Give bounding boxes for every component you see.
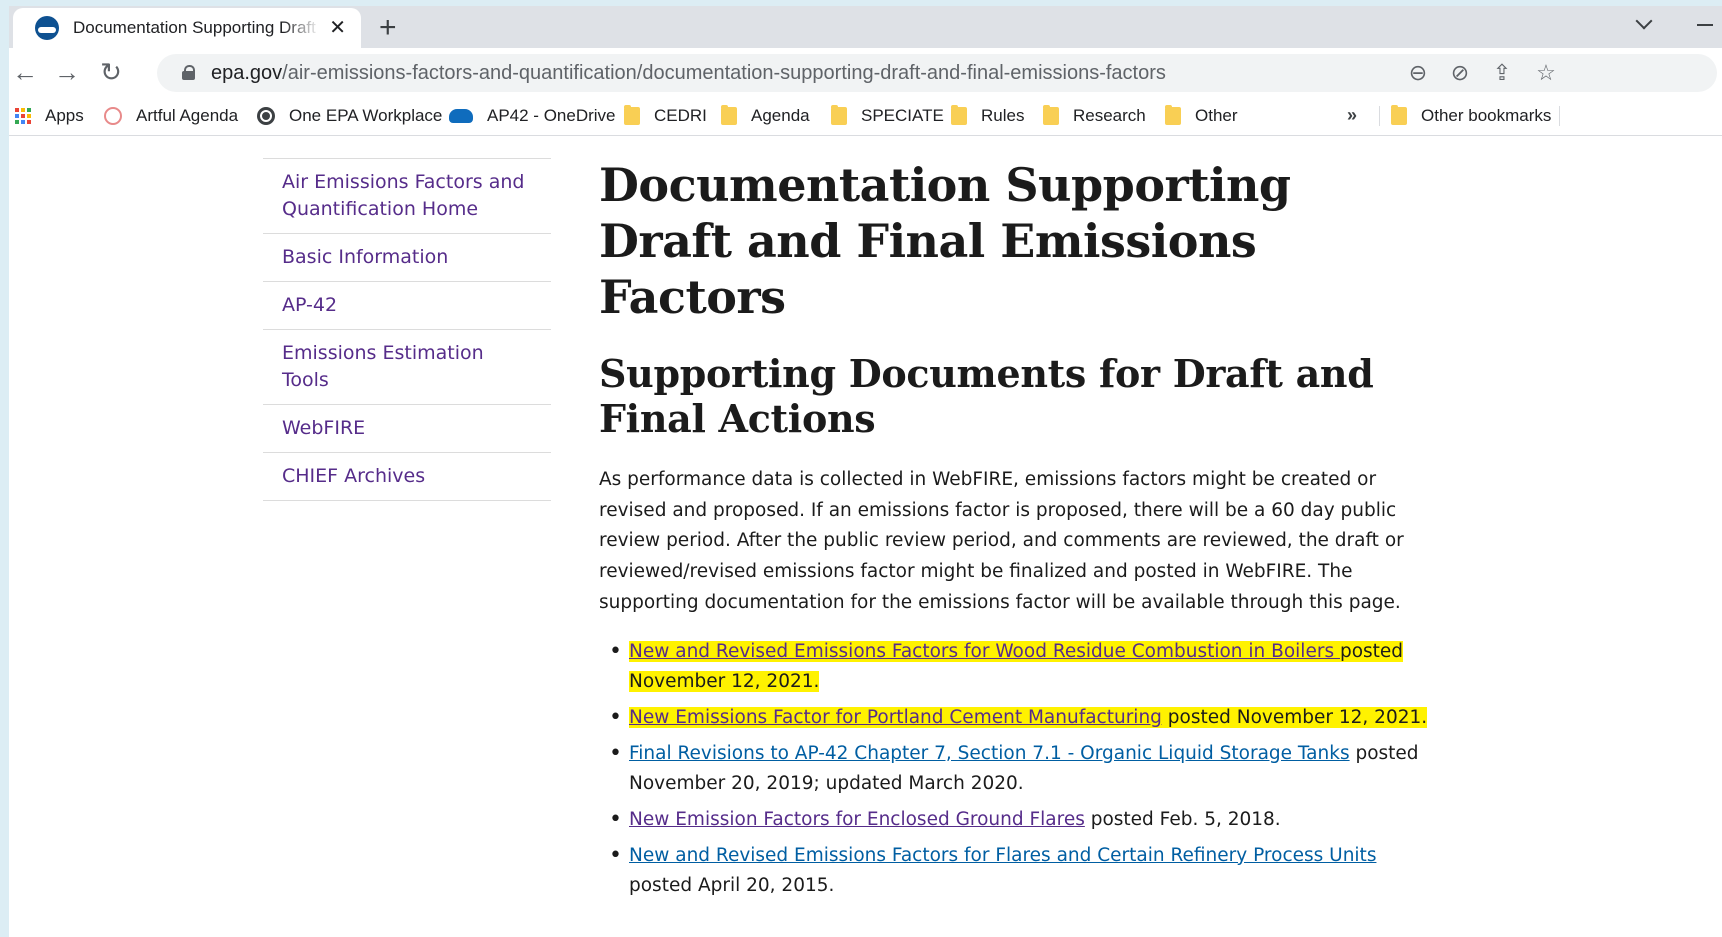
bookmark-ap42-onedrive[interactable]: AP42 - OneDrive xyxy=(449,96,616,136)
page-title: Documentation Supporting Draft and Final… xyxy=(599,158,1291,324)
posted-date: posted November 12, 2021. xyxy=(1161,706,1428,728)
document-link[interactable]: New and Revised Emissions Factors for Fl… xyxy=(629,845,1376,866)
web-page: Air Emissions Factors and Quantification… xyxy=(9,137,1722,937)
bookmark-other-bookmarks[interactable]: Other bookmarks xyxy=(1391,96,1551,136)
zoom-icon[interactable]: ⊖ xyxy=(1403,58,1433,88)
folder-icon xyxy=(831,105,847,125)
address-bar[interactable]: epa.gov/air-emissions-factors-and-quanti… xyxy=(157,54,1717,92)
bookmark-agenda[interactable]: Agenda xyxy=(721,96,810,136)
share-icon[interactable]: ⇪ xyxy=(1487,58,1517,88)
bookmarks-bar: Apps Artful Agenda One EPA Workplace AP4… xyxy=(9,96,1722,136)
document-link[interactable]: New and Revised Emissions Factors for Wo… xyxy=(629,640,1340,662)
sidenav-item-basic-information[interactable]: Basic Information xyxy=(263,234,551,282)
document-link[interactable]: Final Revisions to AP-42 Chapter 7, Sect… xyxy=(629,743,1350,764)
apps-grid-icon xyxy=(15,108,31,124)
section-heading: Supporting Documents for Draft and Final… xyxy=(599,351,1374,441)
globe-icon xyxy=(257,107,275,125)
folder-icon xyxy=(1043,105,1059,125)
bookmark-research[interactable]: Research xyxy=(1043,96,1146,136)
intro-paragraph: As performance data is collected in WebF… xyxy=(599,469,1404,613)
artful-agenda-icon xyxy=(104,107,122,125)
tracking-eye-off-icon[interactable]: ⊘ xyxy=(1445,58,1475,88)
url-text[interactable]: epa.gov/air-emissions-factors-and-quanti… xyxy=(211,62,1166,85)
bookmark-one-epa-workplace[interactable]: One EPA Workplace xyxy=(257,96,442,136)
bookmark-speciate[interactable]: SPECIATE xyxy=(831,96,944,136)
tab-strip: Documentation Supporting Draft and Final… xyxy=(9,6,1722,48)
posted-date: posted April 20, 2015. xyxy=(629,875,835,897)
epa-favicon-icon xyxy=(35,16,59,40)
new-tab-button[interactable]: + xyxy=(379,13,397,43)
bookmarks-overflow-chevron-icon[interactable]: » xyxy=(1347,105,1357,126)
document-link[interactable]: New Emissions Factor for Portland Cement… xyxy=(629,706,1162,728)
list-item: Final Revisions to AP-42 Chapter 7, Sect… xyxy=(609,739,1429,800)
folder-icon xyxy=(951,105,967,125)
tab-search-chevron-icon[interactable] xyxy=(1635,15,1651,31)
sidenav-item-ap42[interactable]: AP-42 xyxy=(263,282,551,330)
list-item: New Emission Factors for Enclosed Ground… xyxy=(609,805,1429,836)
sidenav-item-webfire[interactable]: WebFIRE xyxy=(263,405,551,453)
side-navigation: Air Emissions Factors and Quantification… xyxy=(263,158,551,501)
main-content: Documentation Supporting Draft and Final… xyxy=(599,157,1429,907)
sidenav-item-emissions-estimation-tools[interactable]: Emissions Estimation Tools xyxy=(263,330,551,405)
reload-button[interactable]: ↻ xyxy=(95,56,127,88)
posted-date: posted Feb. 5, 2018. xyxy=(1084,809,1281,831)
onedrive-cloud-icon xyxy=(449,109,473,123)
minimize-icon[interactable] xyxy=(1697,24,1713,26)
list-item: New and Revised Emissions Factors for Fl… xyxy=(609,841,1429,902)
tab-title: Documentation Supporting Draft and Final… xyxy=(73,18,320,37)
folder-icon xyxy=(1165,105,1181,125)
browser-window: Documentation Supporting Draft and Final… xyxy=(9,6,1722,937)
bookmark-cedri[interactable]: CEDRI xyxy=(624,96,707,136)
folder-icon xyxy=(1391,105,1407,125)
bookmark-apps[interactable]: Apps xyxy=(15,96,84,136)
bookmark-other[interactable]: Other xyxy=(1165,96,1238,136)
lock-icon[interactable] xyxy=(182,65,195,80)
back-button[interactable]: ← xyxy=(9,56,41,88)
active-tab[interactable]: Documentation Supporting Draft and Final… xyxy=(13,8,361,48)
list-item: New and Revised Emissions Factors for Wo… xyxy=(609,637,1429,698)
toolbar: ← → ↻ epa.gov/air-emissions-factors-and-… xyxy=(9,48,1722,96)
document-link[interactable]: New Emission Factors for Enclosed Ground… xyxy=(629,809,1085,830)
bookmark-star-icon[interactable]: ☆ xyxy=(1531,58,1561,88)
sidenav-item-home[interactable]: Air Emissions Factors and Quantification… xyxy=(263,159,551,234)
bookmark-artful-agenda[interactable]: Artful Agenda xyxy=(104,96,238,136)
documents-list: New and Revised Emissions Factors for Wo… xyxy=(599,637,1429,903)
sidenav-item-chief-archives[interactable]: CHIEF Archives xyxy=(263,453,551,501)
folder-icon xyxy=(721,105,737,125)
tab-close-icon[interactable]: ✕ xyxy=(326,16,349,40)
bookmark-rules[interactable]: Rules xyxy=(951,96,1024,136)
list-item: New Emissions Factor for Portland Cement… xyxy=(609,703,1429,734)
bookmarks-divider xyxy=(1559,106,1560,126)
folder-icon xyxy=(624,105,640,125)
forward-button[interactable]: → xyxy=(51,56,83,88)
bookmarks-divider xyxy=(1379,106,1380,126)
